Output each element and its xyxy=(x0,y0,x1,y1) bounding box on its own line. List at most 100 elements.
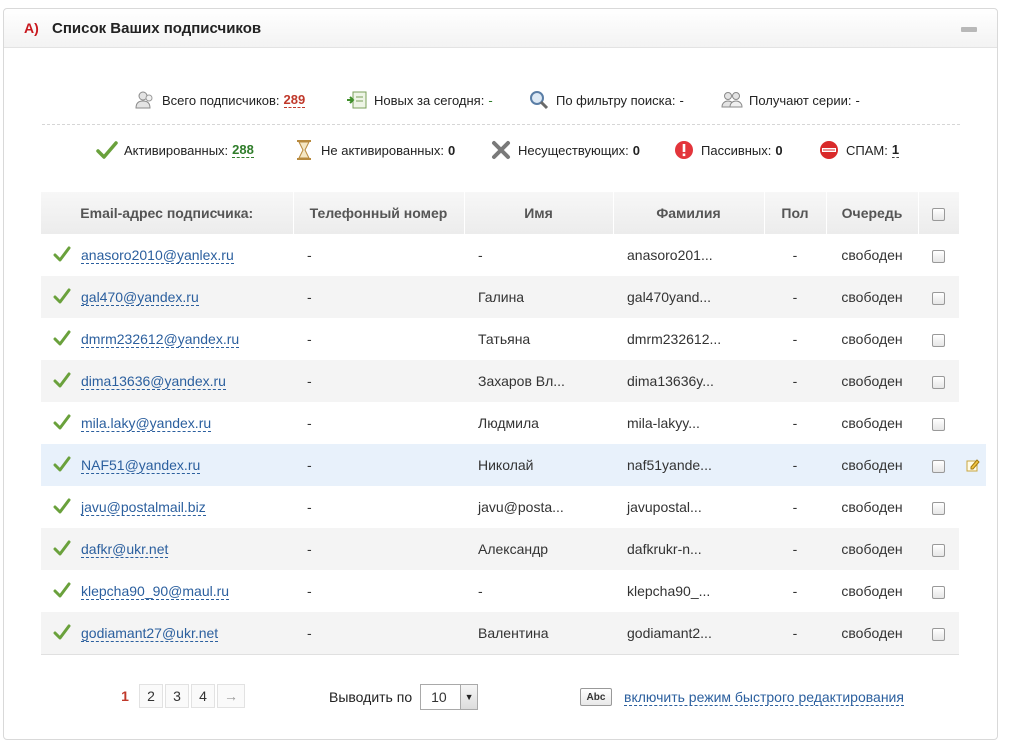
stat-not-activated-label: Не активированных: xyxy=(321,142,444,158)
col-phone[interactable]: Телефонный номер xyxy=(292,192,465,234)
email-cell: dafkr@ukr.net xyxy=(41,528,293,570)
name-cell: Захаров Вл... xyxy=(464,360,613,402)
spam-icon xyxy=(818,139,840,161)
per-page-control: Выводить по 10 ▼ xyxy=(329,684,479,710)
email-link[interactable]: klepcha90_90@maul.ru xyxy=(81,583,230,600)
email-link[interactable]: dafkr@ukr.net xyxy=(81,541,169,558)
table-bottom-line xyxy=(41,654,959,655)
col-select-all xyxy=(917,192,960,234)
email-link[interactable]: dmrm232612@yandex.ru xyxy=(81,331,240,348)
select-cell xyxy=(918,360,959,402)
row-checkbox[interactable] xyxy=(932,459,945,473)
col-surname[interactable]: Фамилия xyxy=(612,192,765,234)
email-cell: klepcha90_90@maul.ru xyxy=(41,570,293,612)
queue-cell: свободен xyxy=(826,402,918,444)
gender-cell: - xyxy=(764,402,826,444)
checkmark-icon xyxy=(53,582,71,600)
gender-cell: - xyxy=(764,444,826,486)
email-link[interactable]: javu@postalmail.biz xyxy=(81,499,206,516)
queue-cell: свободен xyxy=(826,234,918,276)
collapse-icon[interactable] xyxy=(961,27,977,32)
col-email[interactable]: Email-адрес подписчика: xyxy=(41,192,294,234)
edit-pencil-icon[interactable] xyxy=(959,444,986,486)
email-link[interactable]: NAF51@yandex.ru xyxy=(81,457,201,474)
row-checkbox[interactable] xyxy=(932,627,945,641)
stat-filter-label: По фильтру поиска: xyxy=(556,92,676,108)
phone-cell: - xyxy=(293,276,464,318)
surname-cell: dima13636y... xyxy=(613,360,764,402)
phone-cell: - xyxy=(293,360,464,402)
checkmark-icon xyxy=(53,246,71,264)
stat-nonexistent: Несуществующих: 0 xyxy=(490,135,640,165)
col-gender[interactable]: Пол xyxy=(763,192,827,234)
row-checkbox[interactable] xyxy=(932,585,945,599)
select-cell xyxy=(918,612,959,654)
email-cell: NAF51@yandex.ru xyxy=(41,444,293,486)
stat-total-label: Всего подписчиков: xyxy=(162,92,280,108)
per-page-select[interactable]: 10 ▼ xyxy=(420,684,479,710)
abc-text-icon: Abc xyxy=(580,688,612,706)
row-checkbox[interactable] xyxy=(932,417,945,431)
row-checkbox[interactable] xyxy=(932,249,945,263)
hourglass-icon xyxy=(293,139,315,161)
next-page-arrow-icon[interactable]: → xyxy=(217,684,245,708)
queue-cell: свободен xyxy=(826,486,918,528)
quick-edit-link[interactable]: включить режим быстрого редактирования xyxy=(624,689,904,706)
col-name[interactable]: Имя xyxy=(463,192,614,234)
name-cell: Валентина xyxy=(464,612,613,654)
email-link[interactable]: gal470@yandex.ru xyxy=(81,289,199,306)
stat-spam: СПАМ: 1 xyxy=(818,135,900,165)
email-link[interactable]: godiamant27@ukr.net xyxy=(81,625,219,642)
select-cell xyxy=(918,486,959,528)
queue-cell: свободен xyxy=(826,318,918,360)
table-row: javu@postalmail.biz - javu@posta... javupos… xyxy=(41,486,959,528)
checkmark-icon xyxy=(53,372,71,390)
gender-cell: - xyxy=(764,570,826,612)
stat-new-value: - xyxy=(488,92,493,108)
stat-spam-value[interactable]: 1 xyxy=(891,142,900,158)
stat-activated-value[interactable]: 288 xyxy=(232,142,254,158)
page-3[interactable]: 3 xyxy=(165,684,189,708)
surname-cell: gal470yand... xyxy=(613,276,764,318)
stat-filter: По фильтру поиска: - xyxy=(528,85,684,115)
name-cell: javu@posta... xyxy=(464,486,613,528)
page-4[interactable]: 4 xyxy=(191,684,215,708)
panel-header: A) Список Ваших подписчиков xyxy=(4,9,997,48)
pagination: 1 2 3 4 → xyxy=(113,684,245,708)
email-link[interactable]: anasoro2010@yanlex.ru xyxy=(81,247,234,264)
phone-cell: - xyxy=(293,528,464,570)
select-cell xyxy=(918,570,959,612)
stat-new-today: Новых за сегодня: - xyxy=(346,85,493,115)
stat-not-activated-value: 0 xyxy=(447,142,456,158)
stat-total-value[interactable]: 289 xyxy=(283,92,306,108)
row-checkbox[interactable] xyxy=(932,501,945,515)
email-link[interactable]: dima13636@yandex.ru xyxy=(81,373,226,390)
table-header-row: Email-адрес подписчика: Телефонный номер… xyxy=(41,192,960,234)
stats-summary-row: Всего подписчиков: 289 Новых за сегодня:… xyxy=(0,85,1010,115)
page-1[interactable]: 1 xyxy=(113,684,137,708)
row-checkbox[interactable] xyxy=(932,543,945,557)
quick-edit: Abc включить режим быстрого редактирован… xyxy=(580,686,904,708)
stat-passive: Пассивных: 0 xyxy=(673,135,783,165)
dropdown-arrow-icon[interactable]: ▼ xyxy=(460,685,478,709)
stat-nonexistent-label: Несуществующих: xyxy=(518,142,629,158)
phone-cell: - xyxy=(293,444,464,486)
col-queue[interactable]: Очередь xyxy=(825,192,919,234)
row-checkbox[interactable] xyxy=(932,291,945,305)
stat-series-value: - xyxy=(855,92,860,108)
table-row: godiamant27@ukr.net - Валентина godiamant2.… xyxy=(41,612,959,654)
row-checkbox[interactable] xyxy=(932,375,945,389)
email-link[interactable]: mila.laky@yandex.ru xyxy=(81,415,212,432)
stat-total: Всего подписчиков: 289 xyxy=(134,85,306,115)
page-2[interactable]: 2 xyxy=(139,684,163,708)
gender-cell: - xyxy=(764,234,826,276)
name-cell: Людмила xyxy=(464,402,613,444)
stat-filter-value: - xyxy=(679,92,684,108)
row-checkbox[interactable] xyxy=(932,333,945,347)
checkmark-icon xyxy=(53,456,71,474)
table-row: NAF51@yandex.ru - Николай naf51yande... - сво… xyxy=(41,444,959,486)
select-all-checkbox[interactable] xyxy=(932,207,945,221)
select-cell xyxy=(918,318,959,360)
email-cell: gal470@yandex.ru xyxy=(41,276,293,318)
new-user-icon xyxy=(346,89,368,111)
